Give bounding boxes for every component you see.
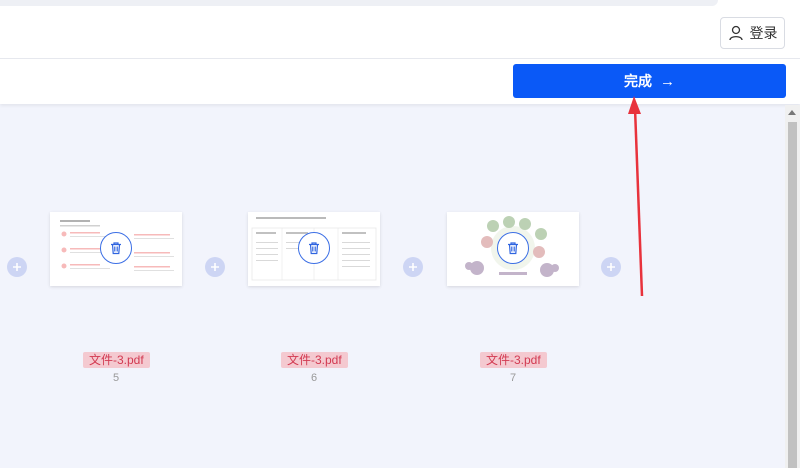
trash-icon — [111, 242, 121, 255]
browser-top-strip — [0, 0, 800, 8]
vertical-scrollbar[interactable] — [785, 105, 800, 468]
insert-page-button[interactable] — [205, 257, 225, 277]
done-label: 完成 — [624, 73, 652, 89]
trash-icon — [309, 242, 319, 255]
page-number: 6 — [310, 372, 318, 384]
page-number: 7 — [509, 372, 517, 384]
arrow-right-icon: → — [660, 72, 675, 90]
plus-icon — [409, 263, 417, 271]
page-number: 5 — [112, 372, 120, 384]
delete-page-button[interactable] — [497, 232, 529, 264]
page-thumbnail[interactable] — [248, 212, 380, 286]
done-button[interactable]: 完成 → — [513, 64, 786, 98]
plus-icon — [607, 263, 615, 271]
delete-page-button[interactable] — [298, 232, 330, 264]
page-thumbnail[interactable] — [50, 212, 182, 286]
scroll-up-icon[interactable] — [788, 110, 796, 115]
insert-page-button[interactable] — [7, 257, 27, 277]
page-thumbnail[interactable] — [447, 212, 579, 286]
insert-page-button[interactable] — [601, 257, 621, 277]
trash-icon — [508, 242, 518, 255]
login-button[interactable]: 登录 — [720, 17, 785, 49]
scrollbar-thumb[interactable] — [788, 122, 797, 468]
insert-page-button[interactable] — [403, 257, 423, 277]
page-filename: 文件-3.pdf — [83, 352, 150, 368]
toolbar: 完成 → — [0, 59, 800, 104]
login-label: 登录 — [749, 25, 778, 41]
app-header: 登录 — [0, 8, 800, 59]
page-filename: 文件-3.pdf — [480, 352, 547, 368]
plus-icon — [211, 263, 219, 271]
page-filename: 文件-3.pdf — [281, 352, 348, 368]
user-icon — [728, 25, 743, 41]
delete-page-button[interactable] — [100, 232, 132, 264]
plus-icon — [13, 263, 21, 271]
address-bar-edge — [0, 0, 718, 6]
